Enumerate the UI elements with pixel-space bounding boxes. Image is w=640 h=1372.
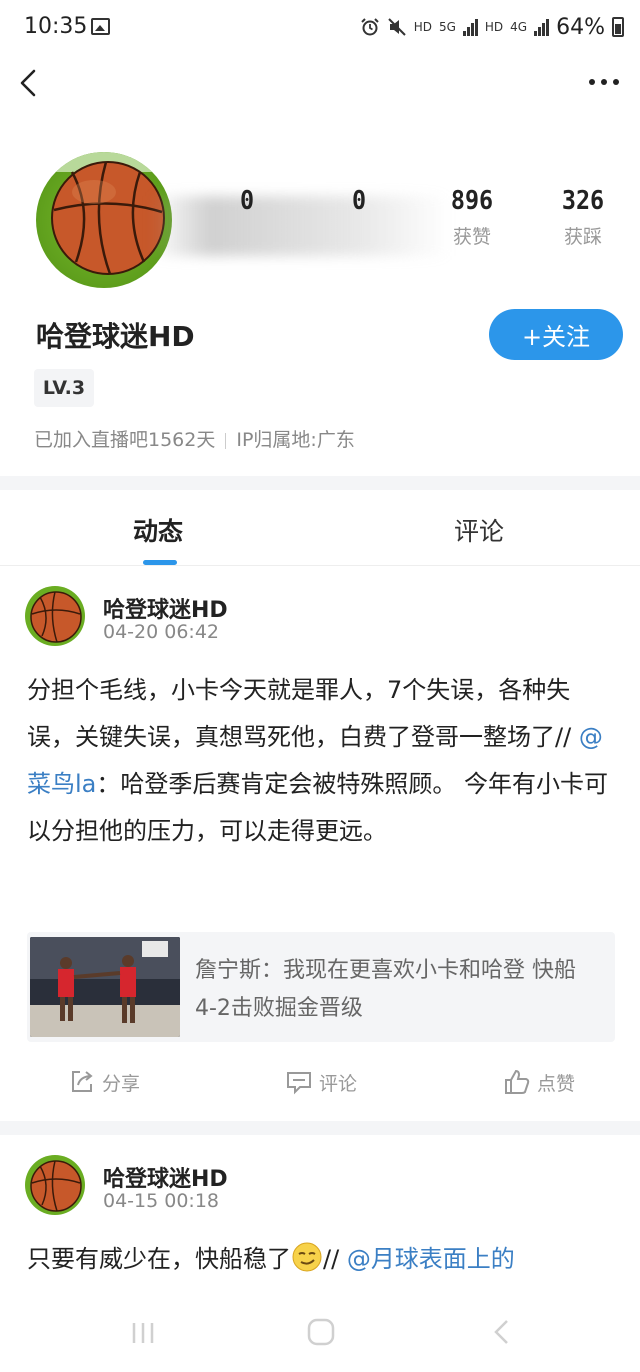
post-text-separator: // [323,1245,347,1273]
post-text-quote: ：哈登季后赛肯定会被特殊照顾。 今年有小卡可以分担他的压力，可以走得更远。 [27,770,609,845]
more-options-icon[interactable] [584,62,624,102]
post-time: 04-20 06:42 [103,621,220,643]
back-arrow-icon[interactable] [12,62,52,102]
status-bar: 10:35 HD 5G HD 4G 64% [0,0,640,56]
stat-followers[interactable]: 0 [314,186,404,222]
like-button[interactable]: 点赞 [503,1068,575,1096]
link-title: 詹宁斯：我现在更喜欢小卡和哈登 快船4-2击败掘金晋级 [195,958,576,1021]
status-indicators: HD 5G HD 4G 64% [360,12,624,42]
stat-value: 0 [239,186,255,216]
share-icon [72,1071,93,1092]
profile-meta: 已加入直播吧1562天 IP归属地:广东 [34,425,355,452]
profile-name: 哈登球迷HD [36,320,195,353]
alarm-icon [360,18,379,36]
like-label: 点赞 [537,1072,576,1095]
stat-dislikes[interactable]: 326 获踩 [538,186,628,249]
stat-label: 获赞 [452,226,491,248]
post-author[interactable]: 哈登球迷HD [103,1161,228,1193]
stat-value: 326 [561,186,605,216]
recent-apps-icon[interactable] [128,1318,158,1348]
section-divider [0,476,640,490]
tab-dynamic[interactable]: 动态 [133,512,183,548]
thumbs-up-icon [505,1069,530,1094]
home-icon[interactable] [305,1316,337,1348]
level-badge: LV.3 [34,369,94,407]
divider [225,432,227,449]
tab-comments[interactable]: 评论 [454,512,504,548]
post-avatar[interactable] [25,586,85,646]
stat-value: 896 [450,186,494,216]
gallery-notification-icon [91,18,110,35]
post-content[interactable]: 分担个毛线，小卡今天就是罪人，7个失误，各种失误，关键失误，真想骂死他，白费了登… [27,667,617,855]
follow-button[interactable]: +关注 [489,309,623,360]
hd-indicator: HD [413,20,432,34]
share-button[interactable]: 分享 [68,1068,140,1096]
system-nav-bar [0,1300,640,1372]
post-text: 只要有威少在，快船稳了 [27,1245,291,1273]
post-time: 04-15 00:18 [103,1190,220,1212]
post-actions: 分享 评论 点赞 [0,1062,640,1106]
hd-indicator-2: HD [484,20,504,34]
mention-link[interactable]: @月球表面上的 [347,1245,515,1273]
tab-bar: 动态 评论 [0,490,640,566]
post-content[interactable]: 只要有威少在，快船稳了 // @月球表面上的 [27,1236,617,1283]
post-author[interactable]: 哈登球迷HD [103,592,228,624]
back-nav-icon[interactable] [486,1316,518,1348]
joined-days: 已加入直播吧1562天 [34,429,216,451]
active-tab-indicator [143,560,177,565]
stat-value: 0 [351,186,367,216]
stat-likes[interactable]: 896 获赞 [427,186,517,249]
battery-percent: 64% [556,14,605,40]
link-thumbnail [30,937,180,1037]
battery-icon [612,17,624,37]
signal-icon-2 [534,18,550,36]
smirk-emoji-icon [292,1242,322,1272]
signal-icon [462,18,478,36]
mute-icon [387,18,406,36]
stat-label: 获踩 [563,226,602,248]
comment-label: 评论 [319,1072,358,1095]
share-label: 分享 [102,1072,141,1095]
top-nav [0,56,640,110]
status-time: 10:35 [24,14,88,39]
comment-icon [287,1072,311,1095]
comment-button[interactable]: 评论 [285,1068,357,1096]
post-text: 分担个毛线，小卡今天就是罪人，7个失误，各种失误，关键失误，真想骂死他，白费了登… [27,676,579,751]
blurred-stats-overlay [150,196,450,256]
4g-indicator: 4G [510,20,528,34]
link-card[interactable]: 詹宁斯：我现在更喜欢小卡和哈登 快船4-2击败掘金晋级 [27,932,615,1042]
stat-following[interactable]: 0 [202,186,292,222]
ip-location: IP归属地:广东 [236,429,355,451]
post-avatar[interactable] [25,1155,85,1215]
5g-indicator: 5G [438,20,456,34]
section-divider [0,1121,640,1135]
